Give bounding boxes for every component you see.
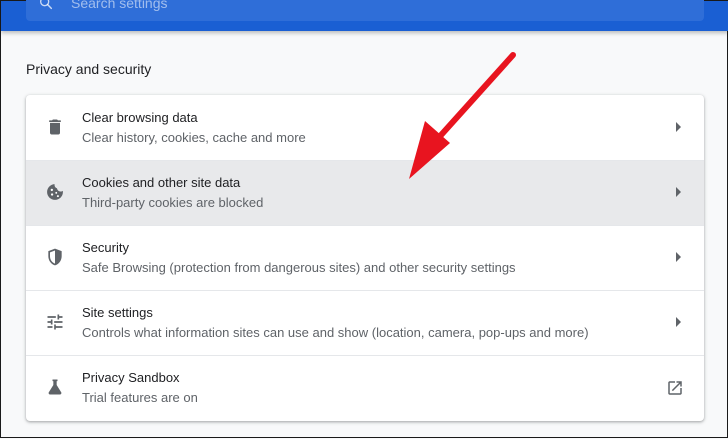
privacy-settings-card: Clear browsing data Clear history, cooki…	[26, 95, 704, 421]
row-title: Privacy Sandbox	[82, 370, 180, 385]
settings-header: Search settings	[1, 0, 728, 31]
shield-icon	[48, 248, 62, 266]
row-title: Security	[82, 240, 129, 255]
site-settings-row[interactable]: Site settings Controls what information …	[26, 290, 704, 355]
cookie-icon	[47, 184, 63, 200]
row-title: Site settings	[82, 305, 153, 320]
row-subtitle: Third-party cookies are blocked	[82, 195, 264, 210]
row-subtitle: Safe Browsing (protection from dangerous…	[82, 260, 516, 275]
row-subtitle: Controls what information sites can use …	[82, 325, 589, 340]
chevron-right-icon	[676, 317, 681, 327]
tune-icon	[47, 314, 63, 330]
trash-icon	[49, 119, 61, 135]
row-subtitle: Trial features are on	[82, 390, 198, 405]
search-icon	[40, 0, 53, 10]
flask-icon	[48, 379, 62, 395]
security-row[interactable]: Security Safe Browsing (protection from …	[26, 225, 704, 290]
row-title: Cookies and other site data	[82, 175, 241, 190]
row-title: Clear browsing data	[82, 110, 198, 125]
chevron-right-icon	[676, 187, 681, 197]
search-box[interactable]: Search settings	[26, 0, 704, 21]
privacy-sandbox-row[interactable]: Privacy Sandbox Trial features are on	[26, 355, 704, 420]
cookies-site-data-row[interactable]: Cookies and other site data Third-party …	[26, 160, 704, 225]
chevron-right-icon	[676, 122, 681, 132]
open-in-new-icon[interactable]	[666, 379, 684, 397]
row-subtitle: Clear history, cookies, cache and more	[82, 130, 306, 145]
search-input[interactable]: Search settings	[71, 0, 168, 11]
chevron-right-icon	[676, 252, 681, 262]
clear-browsing-data-row[interactable]: Clear browsing data Clear history, cooki…	[26, 95, 704, 160]
section-title: Privacy and security	[26, 61, 152, 77]
